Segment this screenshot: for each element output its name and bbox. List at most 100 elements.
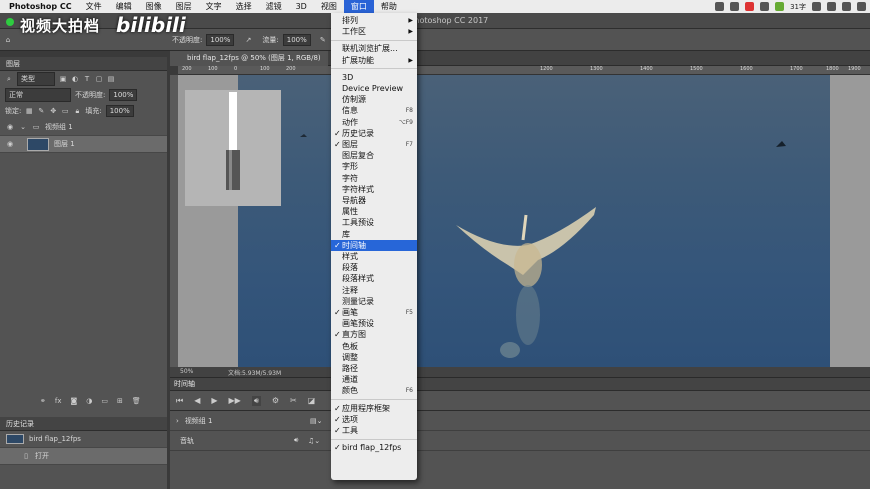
lock-paint-icon[interactable]: ✎ [37,107,45,115]
menu-file[interactable]: 文件 [79,0,109,13]
menu-item[interactable]: 注释 [331,285,417,296]
opacity-field[interactable]: 100% [206,33,235,46]
layer-opacity-field[interactable]: 100% [109,89,138,101]
video-group-track[interactable]: › 视频组 1 ▤⌄ [170,411,870,431]
menu-item[interactable]: 通道 [331,374,417,385]
lock-pixels-icon[interactable]: ▦ [25,107,33,115]
menu-item[interactable]: 仿制源 [331,94,417,105]
menu-filter[interactable]: 滤镜 [259,0,289,13]
menu-item[interactable]: 库 [331,229,417,240]
menu-item[interactable]: ✓ 历史记录 [331,128,417,139]
menu-item[interactable]: 段落 [331,262,417,273]
menu-select[interactable]: 选择 [229,0,259,13]
menu-item[interactable]: 字符 [331,173,417,184]
menu-image[interactable]: 图像 [139,0,169,13]
document-tab[interactable]: bird flap_12fps @ 50% (图层 1, RGB/8) [170,51,328,66]
history-snapshot[interactable]: bird flap_12fps [0,431,167,448]
chevron-right-icon[interactable]: › [176,417,179,425]
menu-item[interactable]: 动作 ⌥F9 [331,117,417,128]
video-frame[interactable] [238,75,830,367]
menu-window[interactable]: 窗口 [343,0,374,13]
history-state[interactable]: ▯ 打开 [0,448,167,465]
layers-tab[interactable]: 图层 [0,57,167,71]
menu-item[interactable]: ✓ 直方图 [331,329,417,340]
menu-item[interactable]: 联机浏览扩展... [331,43,417,54]
group-icon[interactable]: ▭ [101,397,108,405]
music-icon[interactable]: ♫⌄ [308,437,320,445]
menu-item[interactable]: 信息 F8 [331,105,417,116]
layer-row[interactable]: ◉ 图层 1 [0,136,167,153]
next-frame-icon[interactable]: ▶▶ [229,396,241,405]
eye-icon[interactable]: ◉ [6,140,14,148]
menu-item[interactable]: 排列 ▶ [331,15,417,26]
menu-item[interactable]: ✓ 画笔 F5 [331,307,417,318]
status-icon[interactable] [827,2,836,11]
gear-icon[interactable]: ⚙ [272,396,279,405]
menu-item[interactable]: 调整 [331,352,417,363]
transition-icon[interactable]: ◪ [308,396,316,405]
shape-filter-icon[interactable]: ▢ [95,75,103,83]
layer-row[interactable]: ◉ ⌄ ▭ 视频组 1 [0,119,167,136]
status-icon[interactable] [745,2,755,11]
audio-icon[interactable]: 🔊︎ [251,395,261,406]
menu-item[interactable]: ✓ bird flap_12fps [331,442,417,453]
lock-all-icon[interactable]: 🔒︎ [73,107,81,115]
menu-item[interactable]: 3D [331,72,417,83]
menu-edit[interactable]: 编辑 [109,0,139,13]
menu-item[interactable]: 路径 [331,363,417,374]
menu-item[interactable]: 样式 [331,251,417,262]
status-icon[interactable] [760,2,770,11]
menu-item[interactable]: 色板 [331,341,417,352]
status-icon[interactable] [715,2,725,11]
speaker-icon[interactable]: 🔊︎ [294,436,298,445]
status-icon[interactable] [730,2,740,11]
menu-type[interactable]: 文字 [199,0,229,13]
menu-item[interactable]: 导航器 [331,195,417,206]
menu-layer[interactable]: 图层 [169,0,199,13]
menu-item[interactable]: 工具预设 [331,217,417,228]
menu-item[interactable]: 工作区 ▶ [331,26,417,37]
pixel-filter-icon[interactable]: ▣ [59,75,67,83]
menu-item[interactable]: 段落样式 [331,273,417,284]
menu-item[interactable]: 图层复合 [331,150,417,161]
menu-item[interactable]: Device Preview [331,83,417,94]
menu-item[interactable]: ✓ 图层 F7 [331,139,417,150]
trash-icon[interactable]: 🗑︎ [132,397,141,405]
link-icon[interactable]: ⚭ [40,397,46,405]
status-icon[interactable] [812,2,821,11]
lock-artboard-icon[interactable]: ▭ [61,107,69,115]
menu-help[interactable]: 帮助 [374,0,404,13]
menu-item[interactable]: ✓ 应用程序框架 [331,403,417,414]
doc-size[interactable]: 文档:5.93M/5.93M [228,368,281,377]
eye-icon[interactable]: ◉ [6,123,14,131]
menu-view[interactable]: 视图 [314,0,344,13]
menu-item[interactable]: ✓ 工具 [331,425,417,436]
audio-track[interactable]: 音轨 🔊︎ ♫⌄ [170,431,870,451]
menu-item[interactable]: 字符样式 [331,184,417,195]
mask-icon[interactable]: ◙ [70,397,77,405]
pressure-opacity-icon[interactable]: ↗ [244,36,252,44]
kind-select[interactable]: 类型 [17,72,55,86]
adjust-filter-icon[interactable]: ◐ [71,75,79,83]
wifi-icon[interactable] [842,2,851,11]
airbrush-icon[interactable]: ✎ [319,36,327,44]
menu-item[interactable]: 画笔预设 [331,318,417,329]
prev-frame-icon[interactable]: ◀ [194,396,200,405]
zoom-level[interactable]: 50% [180,368,193,375]
battery-icon[interactable] [857,2,866,11]
chevron-down-icon[interactable]: ⌄ [19,123,27,131]
smart-filter-icon[interactable]: ▤ [107,75,115,83]
menu-item[interactable]: 属性 [331,206,417,217]
type-filter-icon[interactable]: T [83,75,91,83]
first-frame-icon[interactable]: ⏮ [176,396,183,406]
timeline-tab[interactable]: 时间轴 [170,378,870,391]
fx-icon[interactable]: fx [55,397,62,405]
fill-field[interactable]: 100% [105,105,134,117]
lock-move-icon[interactable]: ✥ [49,107,57,115]
flow-field[interactable]: 100% [282,33,311,46]
nvidia-icon[interactable] [775,2,785,11]
history-tab[interactable]: 历史记录 [0,417,167,431]
menu-3d[interactable]: 3D [289,0,314,13]
menu-item[interactable]: 颜色 F6 [331,385,417,396]
adjustment-icon[interactable]: ◑ [86,397,92,405]
